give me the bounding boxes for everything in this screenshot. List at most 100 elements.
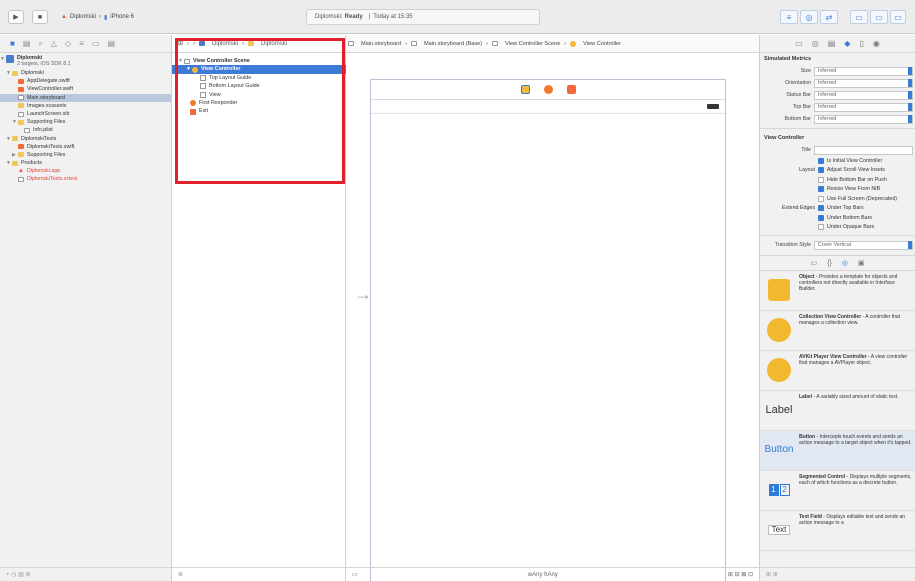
scheme-selector[interactable]: ▲ Diplomski › ▮ iPhone 6 <box>61 10 134 24</box>
scene-item[interactable]: ▼ View Controller Scene <box>178 57 345 65</box>
segmented-control-icon: 12 <box>768 484 790 496</box>
object-library-icon[interactable]: ◎ <box>842 259 848 267</box>
utilities-toggle-icon[interactable]: ▭ <box>890 10 906 24</box>
metric-select[interactable]: Inferred <box>814 114 913 124</box>
tree-item[interactable]: ▶ Supporting Files <box>0 151 171 159</box>
issue-navigator-icon[interactable]: △ <box>51 39 57 48</box>
exit-item[interactable]: Exit <box>178 107 345 115</box>
toolbar: ▶ ■ ▲ Diplomski › ▮ iPhone 6 Diplomski: … <box>0 0 915 34</box>
tree-item[interactable]: ▼ DiplomskiTests <box>0 135 171 143</box>
storyboard-canvas[interactable]: → <box>346 53 759 581</box>
edges-checkbox[interactable]: Under Bottom Bars <box>760 213 915 223</box>
standard-editor-icon[interactable]: ≡ <box>780 10 798 24</box>
library-item[interactable]: Object - Provides a template for objects… <box>760 271 915 311</box>
tree-item-selected[interactable]: Main.storyboard <box>0 93 171 102</box>
folder-icon <box>248 41 255 46</box>
attributes-inspector-icon[interactable]: ◆ <box>844 39 850 48</box>
xctest-icon <box>18 177 24 183</box>
title-row: Title <box>760 144 915 156</box>
back-icon[interactable]: ‹ <box>187 41 189 47</box>
transition-select[interactable]: Cover Vertical <box>814 240 913 250</box>
first-responder-icon[interactable] <box>543 85 553 94</box>
tree-item[interactable]: ▼ Supporting Files <box>0 118 171 126</box>
find-navigator-icon[interactable]: ⌕ <box>38 39 42 49</box>
size-class-control[interactable]: wAny hAny <box>358 572 728 578</box>
metric-select[interactable]: Inferred <box>814 66 913 76</box>
battery-icon <box>707 104 719 109</box>
breakpoint-navigator-icon[interactable]: ▭ <box>92 39 100 48</box>
code-snippet-icon[interactable]: {} <box>827 260 832 267</box>
view-icon <box>200 91 206 98</box>
related-items-icon[interactable]: ⊞ <box>178 40 183 47</box>
layout-checkbox[interactable]: Use Full Screen (Deprecated) <box>760 194 915 204</box>
storyboard-icon <box>410 41 417 46</box>
layout-checkbox[interactable]: Layout Adjust Scroll View Insets <box>760 166 915 176</box>
run-button[interactable]: ▶ <box>8 10 24 24</box>
tree-item[interactable]: LaunchScreen.xib <box>0 110 171 118</box>
initial-vc-checkbox[interactable]: Is Initial View Controller <box>760 156 915 166</box>
forward-icon[interactable]: › <box>193 41 195 47</box>
layout-tools[interactable]: ⊞ ⊟ ⊠ ⊡ <box>728 571 753 578</box>
size-inspector-icon[interactable]: ▯ <box>859 39 863 48</box>
connections-inspector-icon[interactable]: ◉ <box>873 39 880 48</box>
edges-checkbox[interactable]: Extend Edges Under Top Bars <box>760 204 915 214</box>
plist-icon <box>24 127 30 133</box>
bottom-layout-guide-item[interactable]: Bottom Layout Guide <box>178 82 345 90</box>
metric-select[interactable]: Inferred <box>814 90 913 100</box>
quick-help-icon[interactable]: ◎ <box>812 39 819 48</box>
file-template-icon[interactable]: ▭ <box>810 259 817 267</box>
project-navigator-icon[interactable]: ■ <box>10 39 15 48</box>
view-controller-item[interactable]: ▼ View Controller <box>172 65 346 74</box>
tree-item[interactable]: ▼ Diplomski <box>0 69 171 77</box>
edges-checkbox[interactable]: Under Opaque Bars <box>760 223 915 233</box>
editor-jump-bar: Main.storyboard › Main.storyboard (Base)… <box>346 35 759 53</box>
folder-icon <box>12 160 18 166</box>
view-controller-frame[interactable] <box>370 79 726 581</box>
navigator-toggle-icon[interactable]: ▭ <box>850 10 868 24</box>
file-inspector-icon[interactable]: ▭ <box>795 39 803 48</box>
view-item[interactable]: View <box>178 91 345 99</box>
project-root[interactable]: ▼ Diplomski 2 targets, iOS SDK 8.1 <box>0 55 171 69</box>
inspector-selector: ▭ ◎ ▤ ◆ ▯ ◉ <box>760 35 915 53</box>
utilities-panel: ▭ ◎ ▤ ◆ ▯ ◉ Simulated Metrics Size Inferr… <box>759 35 915 581</box>
metric-select[interactable]: Inferred <box>814 102 913 112</box>
library-item[interactable]: Label Label - A variably sized amount of … <box>760 391 915 431</box>
first-responder-item[interactable]: First Responder <box>178 99 345 107</box>
view-controller-icon[interactable] <box>520 85 530 94</box>
debug-toggle-icon[interactable]: ▭ <box>870 10 888 24</box>
assistant-editor-icon[interactable]: ◎ <box>800 10 818 24</box>
navigator-filter-bar[interactable]: + ◷ ▤ ⊕ <box>0 567 172 581</box>
metric-select[interactable]: Inferred <box>814 78 913 88</box>
tree-item[interactable]: DiplomskiTests.swift <box>0 143 171 151</box>
library-filter-bar[interactable]: ⊞ ⊕ <box>760 567 915 581</box>
tree-item[interactable]: ▼ Products <box>0 159 171 167</box>
exit-icon[interactable] <box>566 85 576 94</box>
library-item[interactable]: 1 2 Segmented Control - Displays multiple … <box>760 471 915 511</box>
first-responder-icon <box>190 100 196 107</box>
debug-navigator-icon[interactable]: ≡ <box>79 39 84 48</box>
tree-item[interactable]: Images.xcassets <box>0 102 171 110</box>
layout-checkbox[interactable]: Hide Bottom Bar on Push <box>760 175 915 185</box>
library-item[interactable]: Button Button - Intercepts touch events a… <box>760 431 915 471</box>
stop-button[interactable]: ■ <box>32 10 48 24</box>
outline-filter-bar[interactable]: ⊕ <box>172 567 346 581</box>
library-item[interactable]: AVKit Player View Controller - A view co… <box>760 351 915 391</box>
media-library-icon[interactable]: ▣ <box>858 259 865 267</box>
library-item[interactable]: Collection View Controller - A controlle… <box>760 311 915 351</box>
tree-item[interactable]: ViewController.swift <box>0 85 171 93</box>
tree-item[interactable]: ▲ Diplomski.app <box>0 167 171 175</box>
version-editor-icon[interactable]: ⇄ <box>820 10 838 24</box>
identity-inspector-icon[interactable]: ▤ <box>828 39 836 48</box>
tree-item[interactable]: DiplomskiTests.xctest <box>0 175 171 183</box>
folder-icon <box>18 119 24 125</box>
tree-item[interactable]: AppDelegate.swift <box>0 77 171 85</box>
library-item[interactable]: Text Text Field - Displays editable text … <box>760 511 915 551</box>
test-navigator-icon[interactable]: ◇ <box>65 39 71 48</box>
report-navigator-icon[interactable]: ▤ <box>107 39 115 48</box>
layout-checkbox[interactable]: Resize View From NIB <box>760 185 915 195</box>
title-input[interactable] <box>814 145 913 155</box>
layout-guide-icon <box>200 74 206 81</box>
top-layout-guide-item[interactable]: Top Layout Guide <box>178 74 345 82</box>
tree-item[interactable]: Info.plist <box>0 126 171 134</box>
symbol-navigator-icon[interactable]: ▤ <box>23 39 31 48</box>
